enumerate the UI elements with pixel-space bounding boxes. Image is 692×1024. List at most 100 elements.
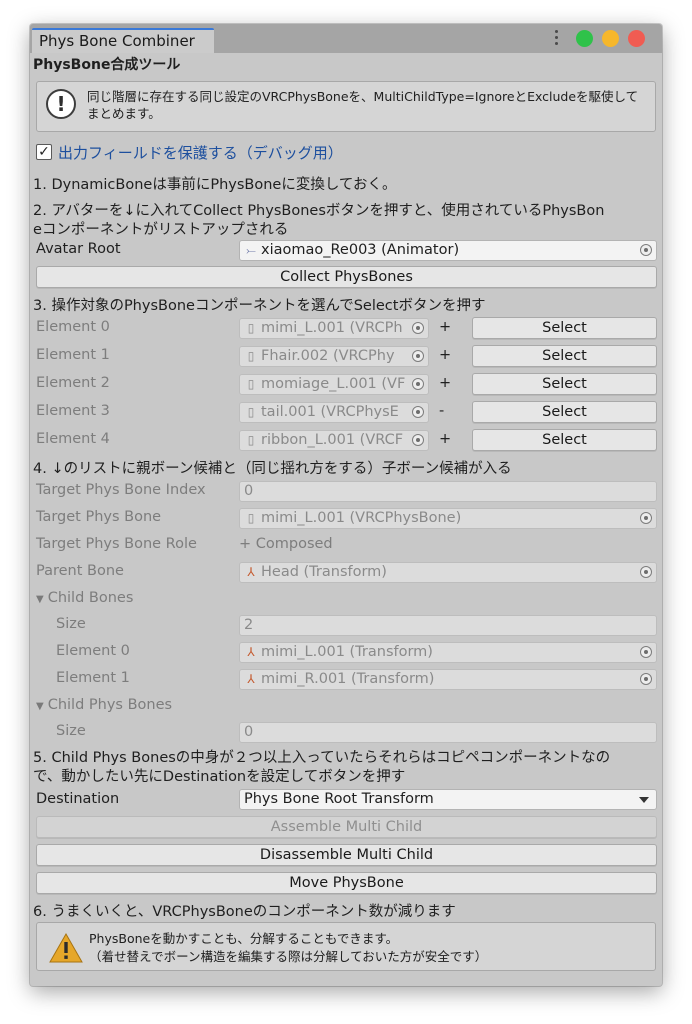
- element-3-value: tail.001 (VRCPhysE: [261, 404, 399, 420]
- avatar-root-label: Avatar Root: [36, 241, 121, 257]
- child-bone-0-label: Element 0: [56, 643, 130, 659]
- select-button-1[interactable]: Select: [472, 345, 657, 367]
- maximize-button[interactable]: [576, 30, 593, 47]
- target-index-field: 0: [239, 481, 657, 502]
- disassemble-multi-child-button[interactable]: Disassemble Multi Child: [36, 844, 657, 866]
- foldout-triangle-icon: ▼: [36, 701, 44, 712]
- script-icon: ▯: [247, 511, 255, 525]
- target-bone-value: mimi_L.001 (VRCPhysBone): [261, 510, 462, 526]
- foldout-triangle-icon: ▼: [36, 594, 44, 605]
- script-icon: ▯: [247, 349, 255, 363]
- element-4-value: ribbon_L.001 (VRCF: [261, 432, 404, 448]
- object-picker-icon: [412, 350, 424, 362]
- element-2-field: ▯ momiage_L.001 (VF: [239, 374, 429, 395]
- element-0-label: Element 0: [36, 319, 110, 335]
- object-picker-icon: [640, 646, 652, 658]
- warning-text-line2: （着せ替えでボーン構造を編集する際は分解しておいた方が安全です）: [89, 949, 488, 964]
- element-3-field: ▯ tail.001 (VRCPhysE: [239, 402, 429, 423]
- element-2-label: Element 2: [36, 375, 110, 391]
- child-phys-bones-foldout[interactable]: ▼ Child Phys Bones: [36, 697, 172, 713]
- child-bones-size-label: Size: [56, 616, 86, 632]
- element-1-label: Element 1: [36, 347, 110, 363]
- script-icon: ▯: [247, 321, 255, 335]
- object-picker-icon: [640, 512, 652, 524]
- object-picker-icon[interactable]: [640, 244, 652, 256]
- object-picker-icon: [412, 406, 424, 418]
- element-3-sign: -: [439, 403, 445, 419]
- object-picker-icon: [412, 322, 424, 334]
- step-1-text: 1. DynamicBoneは事前にPhysBoneに変換しておく。: [33, 177, 397, 193]
- step-2-text-line2: eコンポーネントがリストアップされる: [33, 222, 289, 238]
- collect-physbones-button[interactable]: Collect PhysBones: [36, 266, 657, 288]
- protect-output-checkbox[interactable]: ✓: [36, 144, 52, 160]
- element-1-field: ▯ Fhair.002 (VRCPhy: [239, 346, 429, 367]
- element-1-value: Fhair.002 (VRCPhy: [261, 348, 395, 364]
- phys-bone-combiner-window: Phys Bone Combiner PhysBone合成ツール ! 同じ階層に…: [30, 24, 662, 986]
- info-text: 同じ階層に存在する同じ設定のVRCPhysBoneを、MultiChildTyp…: [87, 89, 639, 121]
- child-bone-1-label: Element 1: [56, 670, 130, 686]
- child-bones-label: Child Bones: [47, 590, 134, 606]
- step-3-text: 3. 操作対象のPhysBoneコンポーネントを選んでSelectボタンを押す: [33, 298, 486, 314]
- element-2-value: momiage_L.001 (VF: [261, 376, 406, 392]
- destination-dropdown[interactable]: Phys Bone Root Transform: [239, 789, 657, 810]
- select-button-3[interactable]: Select: [472, 401, 657, 423]
- object-picker-icon: [412, 378, 424, 390]
- object-picker-icon: [640, 566, 652, 578]
- element-0-field: ▯ mimi_L.001 (VRCPh: [239, 318, 429, 339]
- object-picker-icon: [640, 673, 652, 685]
- element-2-sign: +: [439, 375, 452, 391]
- step-4-text: 4. ↓のリストに親ボーン候補と（同じ揺れ方をする）子ボーン候補が入る: [33, 461, 512, 477]
- warning-icon: [49, 933, 83, 963]
- step-6-text: 6. うまくいくと、VRCPhysBoneのコンポーネント数が減ります: [33, 904, 456, 920]
- child-bones-size-field: 2: [239, 615, 657, 636]
- child-bones-foldout[interactable]: ▼ Child Bones: [36, 590, 133, 606]
- tool-heading: PhysBone合成ツール: [33, 57, 181, 73]
- warning-text-line1: PhysBoneを動かすことも、分解することもできます。: [89, 931, 399, 946]
- transform-icon: ⅄: [247, 672, 255, 686]
- parent-bone-label: Parent Bone: [36, 563, 124, 579]
- target-role-value: + Composed: [239, 536, 333, 552]
- warning-help-box: PhysBoneを動かすことも、分解することもできます。 （着せ替えでボーン構造…: [36, 922, 656, 971]
- more-options-icon[interactable]: [555, 30, 559, 48]
- child-bone-1-field: ⅄ mimi_R.001 (Transform): [239, 669, 657, 690]
- select-button-2[interactable]: Select: [472, 373, 657, 395]
- destination-value: Phys Bone Root Transform: [244, 791, 434, 807]
- select-button-4[interactable]: Select: [472, 429, 657, 451]
- title-bar: Phys Bone Combiner: [30, 24, 662, 53]
- avatar-root-field[interactable]: ⤚ xiaomao_Re003 (Animator): [239, 240, 657, 261]
- target-role-label: Target Phys Bone Role: [36, 536, 197, 552]
- move-physbone-button[interactable]: Move PhysBone: [36, 872, 657, 894]
- avatar-root-value: xiaomao_Re003 (Animator): [261, 242, 460, 258]
- transform-icon: ⅄: [247, 645, 255, 659]
- step-2-text-line1: 2. アバターを↓に入れてCollect PhysBonesボタンを押すと、使用…: [33, 203, 605, 219]
- child-bone-1-value: mimi_R.001 (Transform): [261, 671, 435, 687]
- step-5-text-line2: で、動かしたい先にDestinationを設定してボタンを押す: [33, 769, 406, 785]
- target-bone-label: Target Phys Bone: [36, 509, 162, 525]
- child-bone-0-field: ⅄ mimi_L.001 (Transform): [239, 642, 657, 663]
- animator-icon: ⤚: [246, 243, 256, 257]
- child-phys-bones-label: Child Phys Bones: [47, 697, 173, 713]
- transform-icon: ⅄: [247, 565, 255, 579]
- element-0-sign: +: [439, 319, 452, 335]
- window-tab[interactable]: Phys Bone Combiner: [32, 28, 214, 53]
- info-exclamation-icon: !: [46, 89, 76, 119]
- element-1-sign: +: [439, 347, 452, 363]
- script-icon: ▯: [247, 433, 255, 447]
- object-picker-icon: [412, 434, 424, 446]
- script-icon: ▯: [247, 377, 255, 391]
- element-4-label: Element 4: [36, 431, 110, 447]
- dropdown-arrow-icon: [639, 797, 649, 803]
- element-4-field: ▯ ribbon_L.001 (VRCF: [239, 430, 429, 451]
- minimize-button[interactable]: [602, 30, 619, 47]
- element-4-sign: +: [439, 431, 452, 447]
- select-button-0[interactable]: Select: [472, 317, 657, 339]
- element-3-label: Element 3: [36, 403, 110, 419]
- assemble-multi-child-button[interactable]: Assemble Multi Child: [36, 816, 657, 838]
- destination-label: Destination: [36, 791, 120, 807]
- child-phys-bones-size-field: 0: [239, 722, 657, 743]
- close-button[interactable]: [628, 30, 645, 47]
- parent-bone-value: Head (Transform): [261, 564, 387, 580]
- element-0-value: mimi_L.001 (VRCPh: [261, 320, 403, 336]
- target-index-label: Target Phys Bone Index: [36, 482, 206, 498]
- target-bone-field: ▯ mimi_L.001 (VRCPhysBone): [239, 508, 657, 529]
